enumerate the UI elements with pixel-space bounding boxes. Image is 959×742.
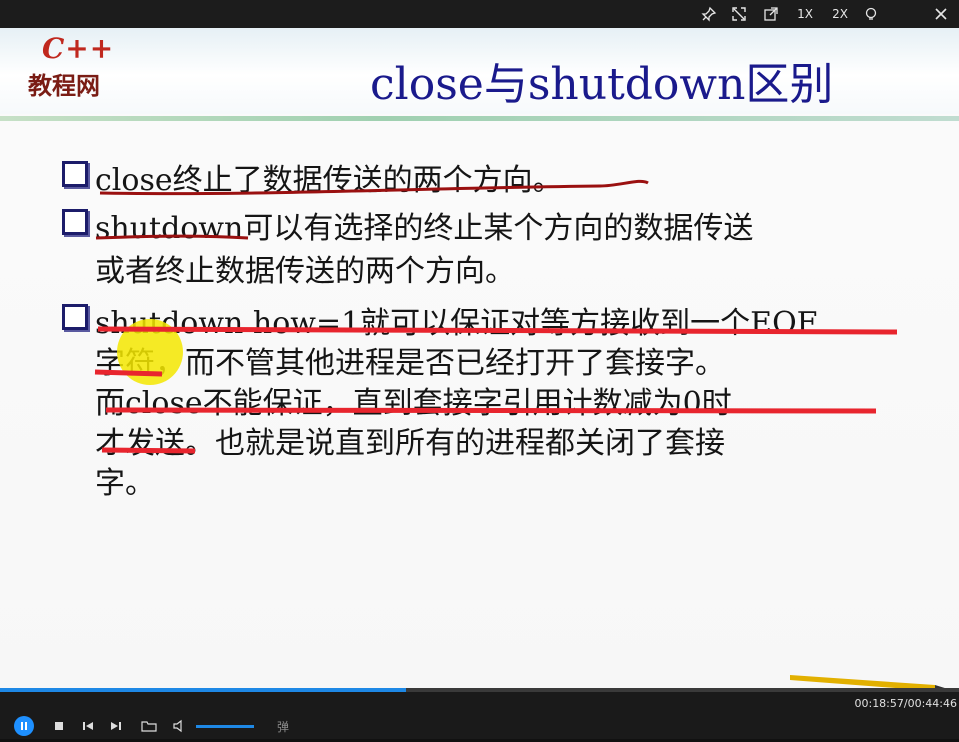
bullet-3-line-2: 字符，而不管其他进程是否已经打开了套接字。: [95, 346, 725, 381]
slide: C++ 教程网 close与shutdown区别 close终止了数据传送的两个…: [0, 28, 959, 688]
close-icon[interactable]: [928, 0, 954, 28]
pause-button[interactable]: [14, 716, 34, 736]
slide-title: close与shutdown区别: [370, 59, 834, 110]
speed-1x-button[interactable]: 1X: [790, 0, 820, 28]
logo-site-name: 教程网: [28, 72, 100, 100]
bullet-box-icon: [62, 209, 88, 235]
previous-icon[interactable]: [80, 718, 96, 742]
time-display: 00:18:57/00:44:46: [854, 697, 957, 710]
bullet-3-line-1: shutdown how=1就可以保证对等方接收到一个EOF: [95, 306, 818, 341]
bullet-box-icon: [62, 161, 88, 187]
pencil-icon: [790, 675, 945, 688]
bulb-icon[interactable]: [858, 0, 884, 28]
bullet-2-line-2: 或者终止数据传送的两个方向。: [95, 254, 515, 289]
bullet-3-line-5: 字。: [95, 466, 155, 501]
logo: C++ 教程网: [24, 32, 134, 102]
logo-cpp-text: C++: [42, 32, 115, 65]
open-folder-icon[interactable]: [140, 718, 158, 742]
next-icon[interactable]: [108, 718, 124, 742]
bullet-3-line-4: 才发送。也就是说直到所有的进程都关闭了套接: [95, 426, 725, 461]
speed-2x-button[interactable]: 2X: [825, 0, 855, 28]
danmu-toggle[interactable]: 弹: [277, 718, 289, 735]
stop-icon[interactable]: [52, 718, 66, 742]
bullet-box-icon: [62, 304, 88, 330]
volume-icon[interactable]: [172, 718, 188, 742]
progress-fill: [0, 688, 407, 692]
bullet-2-line-1: shutdown可以有选择的终止某个方向的数据传送: [95, 211, 754, 246]
pin-icon[interactable]: [696, 0, 722, 28]
volume-slider[interactable]: [196, 725, 254, 728]
expand-icon[interactable]: [726, 0, 752, 28]
bullet-3-line-3: 而close不能保证，直到套接字引用计数减为0时: [95, 386, 732, 421]
popout-icon[interactable]: [758, 0, 784, 28]
header-divider: [0, 116, 959, 121]
bullet-1-line-1: close终止了数据传送的两个方向。: [95, 163, 563, 198]
player-toolbar: 1X 2X: [0, 0, 959, 28]
